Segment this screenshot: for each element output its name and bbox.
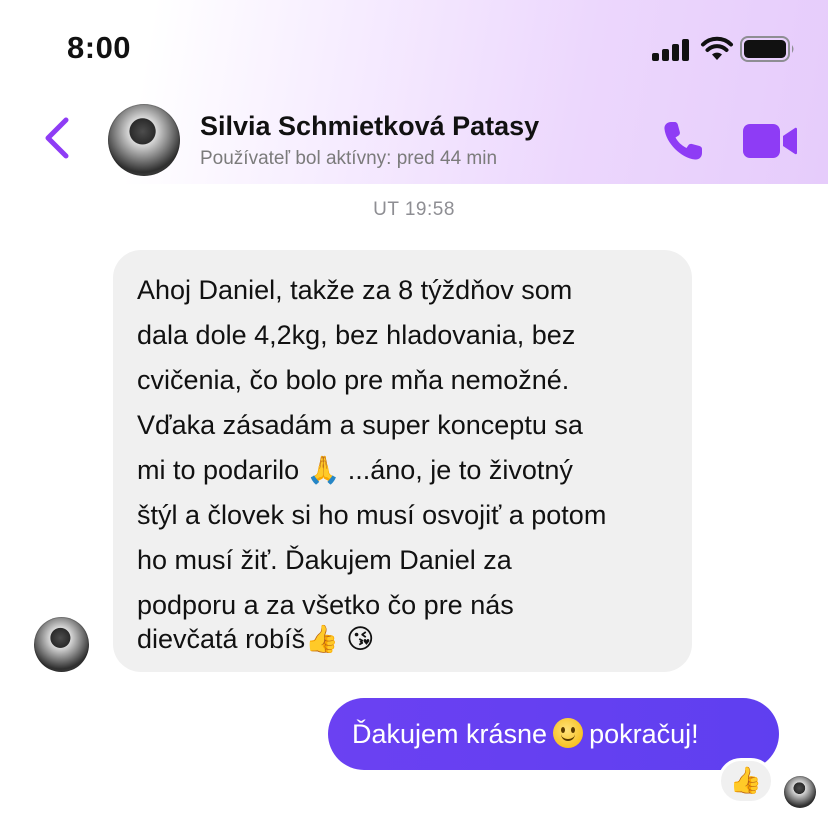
message-line: dala dole 4,2kg, bez hladovania, bez <box>137 320 576 350</box>
read-receipt-avatar <box>784 776 816 808</box>
contact-active-status: Používateľ bol aktívny: pred 44 min <box>200 148 498 169</box>
contact-avatar[interactable] <box>108 104 180 176</box>
phone-icon[interactable] <box>661 119 707 163</box>
smile-emoji-icon <box>553 718 584 748</box>
message-line: cvičenia, čo bolo pre mňa nemožné. <box>137 365 570 395</box>
message-line: dievčatá robíš👍 😘 <box>137 623 374 656</box>
message-line: Vďaka zásadám a super konceptu sa <box>137 410 583 440</box>
incoming-message-bubble[interactable]: Ahoj Daniel, takže za 8 týždňov som dala… <box>113 250 692 672</box>
message-timestamp: UT 19:58 <box>373 199 455 220</box>
thumbs-up-reaction[interactable]: 👍 <box>718 758 774 804</box>
kiss-emoji-icon: 😘 <box>346 624 375 655</box>
back-chevron-icon[interactable] <box>40 116 74 160</box>
outgoing-message-text: Ďakujem krásne pokračuj! <box>352 718 699 750</box>
battery-icon <box>740 36 794 62</box>
signal-icon <box>652 39 689 61</box>
sender-avatar[interactable] <box>34 617 89 672</box>
contact-name[interactable]: Silvia Schmietková Patasy <box>200 111 539 142</box>
message-line: podporu a za všetko čo pre nás <box>137 590 514 620</box>
message-line: Ahoj Daniel, takže za 8 týždňov som <box>137 275 573 305</box>
video-camera-icon[interactable] <box>742 123 798 159</box>
message-text: dievčatá robíš <box>137 624 306 654</box>
message-text: pokračuj! <box>589 719 699 749</box>
message-line: mi to podarilo 🙏 ...áno, je to životný <box>137 454 573 487</box>
thumbs-up-emoji-icon: 👍 <box>305 624 339 655</box>
message-line: ho musí žiť. Ďakujem Daniel za <box>137 545 512 575</box>
status-time: 8:00 <box>67 30 132 65</box>
message-line: štýl a človek si ho musí osvojiť a potom <box>137 500 607 530</box>
wifi-icon <box>701 36 733 60</box>
pray-emoji-icon: 🙏 <box>306 455 341 486</box>
message-text: mi to podarilo <box>137 455 300 485</box>
message-text: ...áno, je to životný <box>347 455 573 485</box>
outgoing-message-bubble[interactable]: Ďakujem krásne pokračuj! <box>328 698 779 770</box>
message-text: Ďakujem krásne <box>352 719 548 749</box>
